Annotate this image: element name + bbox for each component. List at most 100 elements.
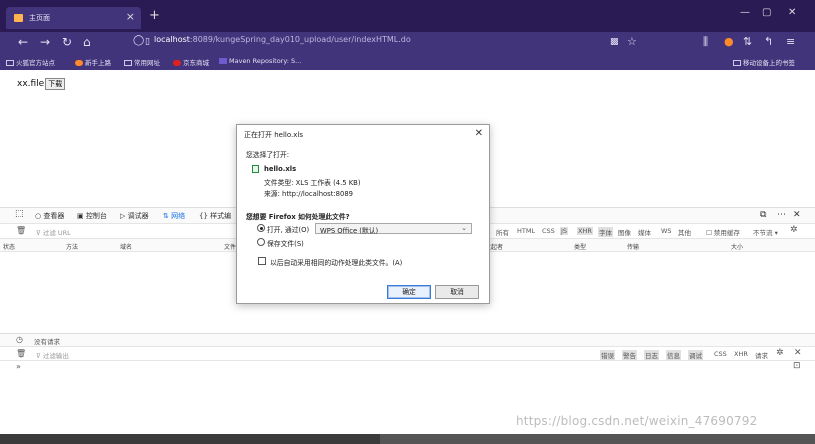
url-filter-input[interactable]: ⊽ 过滤 URL: [36, 227, 71, 237]
filter-ws[interactable]: WS: [661, 227, 672, 235]
filter-all[interactable]: 所有: [496, 227, 509, 237]
col-method[interactable]: 方法: [66, 242, 78, 251]
filter-other[interactable]: 其他: [678, 227, 691, 237]
picker-icon[interactable]: ⬚: [15, 209, 24, 219]
library-icon[interactable]: ⫼: [703, 35, 708, 49]
settings-gear-icon[interactable]: ✲: [790, 225, 798, 235]
console-filter-input[interactable]: ⊽ 过滤输出: [36, 350, 69, 360]
qr-code-icon[interactable]: ▩: [610, 37, 619, 47]
console-trash-icon[interactable]: 🗑: [16, 349, 26, 358]
url-path: :8089/kungeSpring_day010_upload/user/ind…: [189, 35, 411, 44]
ok-button[interactable]: 确定: [387, 285, 431, 299]
tab-network[interactable]: ⇅ 网络: [163, 211, 185, 221]
chosen-label: 您选择了打开:: [246, 151, 290, 159]
filter-html[interactable]: HTML: [517, 227, 535, 235]
share-icon[interactable]: ↰: [764, 35, 773, 48]
tab-console[interactable]: ▣ 控制台: [77, 211, 107, 221]
firefox-icon: [75, 60, 83, 66]
close-tab-icon[interactable]: ×: [126, 10, 135, 23]
page-icon: ▯: [145, 37, 150, 47]
bookmark-item[interactable]: 常用网址: [124, 57, 160, 67]
level-debug[interactable]: 调试: [688, 350, 703, 360]
dialog-close-icon[interactable]: ✕: [475, 128, 483, 139]
reload-icon[interactable]: ↻: [62, 35, 72, 49]
download-button[interactable]: 下载: [45, 78, 66, 90]
file-label: xx.file: [17, 79, 45, 89]
tab-debugger[interactable]: ▷ 调试器: [120, 211, 149, 221]
throttle-select[interactable]: 不节流 ▾: [753, 227, 778, 237]
cancel-button[interactable]: 取消: [435, 285, 479, 299]
level-logs[interactable]: 日志: [644, 350, 659, 360]
shield-icon[interactable]: ◯: [133, 35, 144, 46]
close-devtools-icon[interactable]: ✕: [793, 210, 801, 220]
xls-file-icon: [252, 165, 259, 173]
auto-action-label: 以后自动采用相同的动作处理此类文件。(A): [270, 259, 403, 267]
page-file-line: xx.file 下载: [17, 78, 66, 90]
minimize-icon[interactable]: —: [740, 7, 750, 18]
level-errors[interactable]: 错误: [600, 350, 615, 360]
maximize-icon[interactable]: ▢: [762, 7, 771, 18]
url-host: localhost: [154, 35, 190, 44]
filter-css[interactable]: CSS: [542, 227, 555, 235]
col-status[interactable]: 状态: [3, 242, 15, 251]
filter-fonts[interactable]: 字体: [598, 227, 613, 237]
home-icon[interactable]: ⌂: [83, 35, 91, 49]
maven-icon: [219, 58, 227, 64]
account-icon[interactable]: ●: [724, 35, 734, 48]
app-select[interactable]: WPS Office (默认) ⌄: [315, 223, 472, 235]
bottom-bar: [0, 434, 815, 444]
level-info[interactable]: 信息: [666, 350, 681, 360]
disable-cache-checkbox[interactable]: ☐ 禁用缓存: [706, 227, 740, 237]
bookmark-star-icon[interactable]: ☆: [627, 35, 637, 48]
back-icon[interactable]: ←: [18, 35, 28, 49]
mobile-bookmarks[interactable]: 移动设备上的书签: [733, 57, 795, 67]
tab-inspector[interactable]: ○ 查看器: [35, 211, 64, 221]
browser-tab[interactable]: 主页面 ×: [6, 7, 141, 29]
filter-images[interactable]: 图像: [618, 227, 631, 237]
dock-icon[interactable]: ⧉: [760, 210, 766, 220]
extension-icon[interactable]: ⇅: [743, 35, 752, 48]
favicon-icon: [14, 14, 23, 22]
col-size[interactable]: 大小: [731, 242, 743, 251]
filter-xhr[interactable]: XHR: [577, 227, 593, 235]
folder-icon: [124, 60, 132, 66]
bookmark-item[interactable]: 火狐官方站点: [6, 57, 55, 67]
new-tab-icon[interactable]: +: [149, 8, 160, 23]
col-transferred[interactable]: 传输: [627, 242, 639, 251]
bookmark-item[interactable]: 京东商城: [173, 57, 209, 67]
col-domain[interactable]: 域名: [120, 242, 132, 251]
watermark-text: https://blog.csdn.net/weixin_47690792: [516, 414, 758, 428]
file-type: 文件类型: XLS 工作表 (4.5 KB): [264, 179, 361, 187]
split-console-icon[interactable]: ⊡: [793, 361, 801, 371]
console-settings-icon[interactable]: ✲: [776, 348, 784, 358]
bookmark-item[interactable]: 新手上路: [75, 57, 111, 67]
save-file-radio[interactable]: [257, 238, 265, 246]
window-close-icon[interactable]: ✕: [788, 7, 796, 18]
dialog-title: 正在打开 hello.xls: [244, 131, 303, 139]
console-input-row[interactable]: » ⊡: [0, 360, 815, 372]
file-name: hello.xls: [264, 165, 297, 173]
filter-js[interactable]: JS: [560, 227, 569, 235]
forward-icon[interactable]: →: [40, 35, 50, 49]
filter-media[interactable]: 媒体: [638, 227, 651, 237]
console-xhr[interactable]: XHR: [734, 350, 748, 358]
tab-strip: 主页面 × + — ▢ ✕: [0, 0, 815, 32]
open-with-radio[interactable]: [257, 224, 265, 232]
console-close-icon[interactable]: ✕: [794, 348, 802, 358]
trash-icon[interactable]: 🗑: [16, 226, 26, 235]
tab-title: 主页面: [29, 14, 50, 22]
bookmark-item[interactable]: Maven Repository: S...: [219, 57, 301, 65]
auto-action-checkbox[interactable]: [258, 257, 266, 265]
console-requests[interactable]: 请求: [755, 350, 768, 360]
menu-icon[interactable]: ≡: [786, 35, 795, 48]
tab-style-editor[interactable]: {} 样式编: [199, 211, 231, 221]
console-css[interactable]: CSS: [714, 350, 727, 358]
nav-toolbar: ← → ↻ ⌂ ◯ ▯ localhost:8089/kungeSpring_d…: [0, 32, 815, 54]
url-bar[interactable]: localhost:8089/kungeSpring_day010_upload…: [154, 35, 411, 44]
level-warnings[interactable]: 警告: [622, 350, 637, 360]
network-status-bar: ◷ 没有请求: [0, 333, 815, 346]
save-file-label: 保存文件(S): [267, 240, 304, 248]
more-icon[interactable]: ⋯: [777, 210, 786, 220]
col-file[interactable]: 文件: [224, 242, 236, 251]
col-type[interactable]: 类型: [574, 242, 586, 251]
